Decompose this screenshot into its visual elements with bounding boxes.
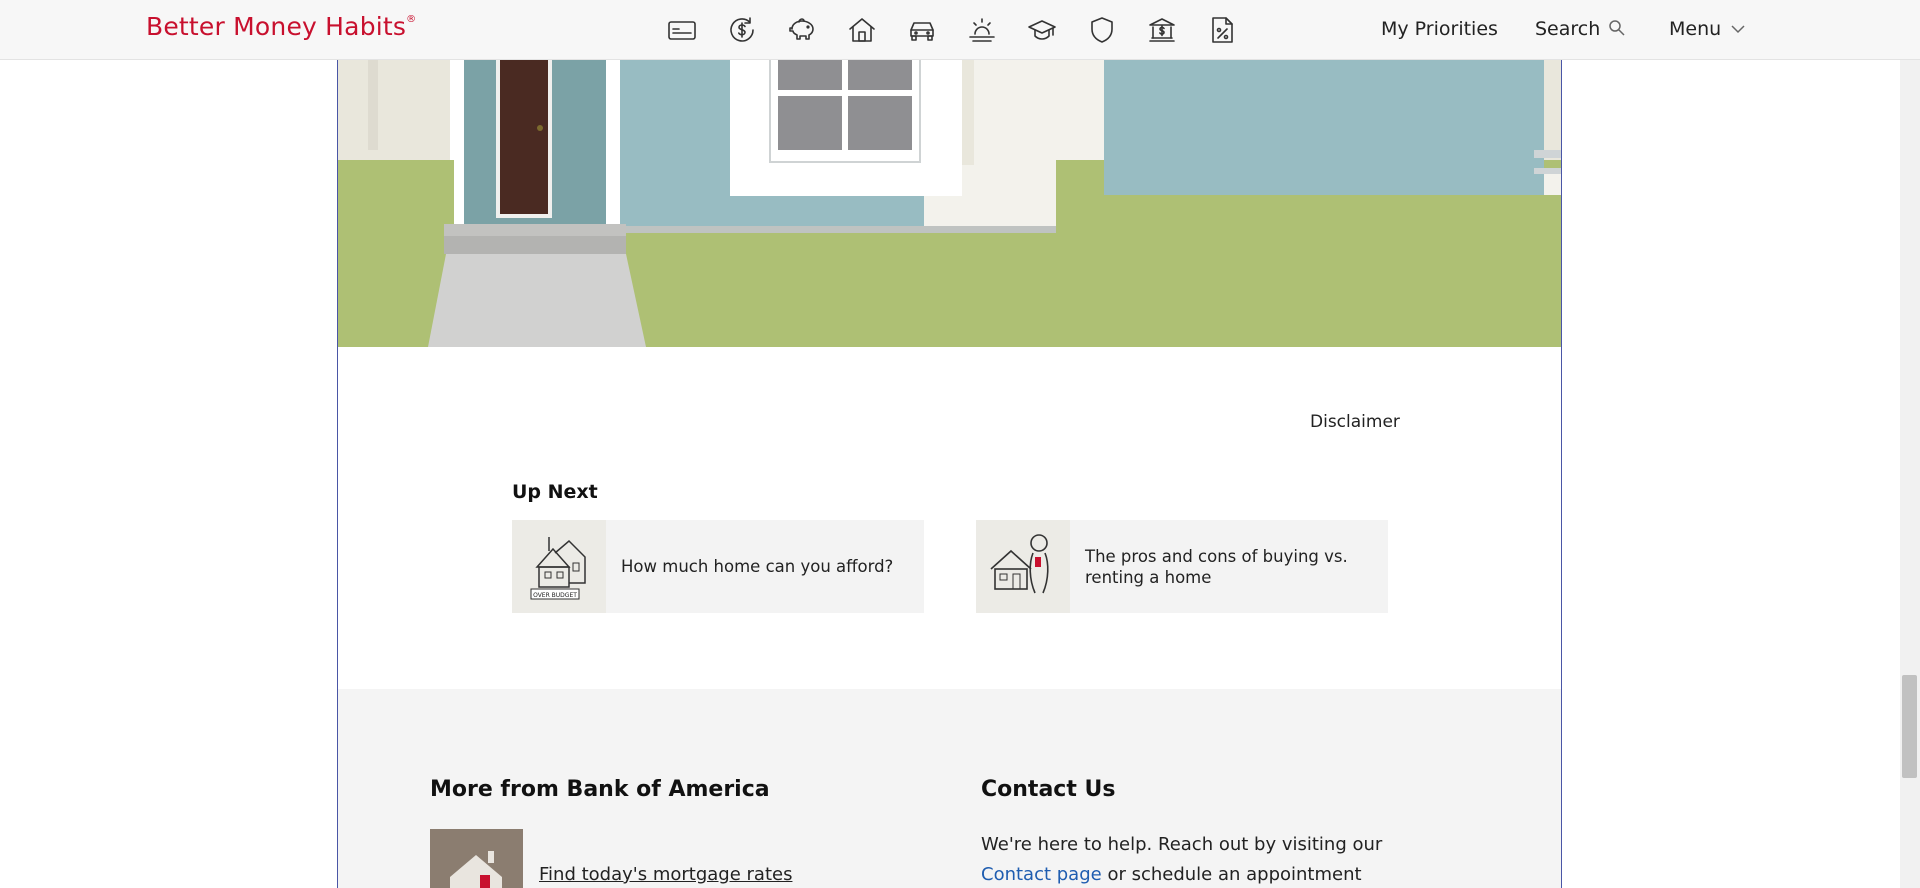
card-thumbnail xyxy=(976,520,1070,613)
top-navigation-bar: Better Money Habits® My Priorities Searc… xyxy=(0,0,1920,60)
house-over-budget-illustration: OVER BUDGET xyxy=(530,536,586,599)
contact-text-intro: We're here to help. Reach out by visitin… xyxy=(981,834,1383,855)
my-priorities-link[interactable]: My Priorities xyxy=(1381,18,1498,40)
more-from-bofa-heading: More from Bank of America xyxy=(430,777,770,802)
brand-logo[interactable]: Better Money Habits® xyxy=(146,12,416,41)
search-icon xyxy=(1609,20,1625,36)
car-icon[interactable] xyxy=(892,12,952,48)
search-label: Search xyxy=(1535,18,1601,40)
mortgage-rates-thumbnail[interactable] xyxy=(430,829,523,888)
menu-button[interactable]: Menu xyxy=(1669,18,1749,40)
credit-card-icon[interactable] xyxy=(652,12,712,48)
up-next-card-affordability[interactable]: OVER BUDGET How much home can you afford… xyxy=(512,520,924,613)
house-icon xyxy=(450,851,502,888)
tax-document-icon[interactable] xyxy=(1192,12,1252,48)
piggy-bank-icon[interactable] xyxy=(772,12,832,48)
scrollbar-thumb[interactable] xyxy=(1902,675,1917,778)
contact-us-heading: Contact Us xyxy=(981,777,1116,802)
up-next-heading: Up Next xyxy=(512,481,598,503)
shield-icon[interactable] xyxy=(1072,12,1132,48)
my-priorities-label: My Priorities xyxy=(1381,18,1498,40)
menu-label: Menu xyxy=(1669,18,1722,40)
up-next-card-buy-vs-rent[interactable]: The pros and cons of buying vs. renting … xyxy=(976,520,1388,613)
article-frame: Disclaimer Up Next OVER BUDGET How much … xyxy=(337,0,1562,888)
sunset-icon[interactable] xyxy=(952,12,1012,48)
bank-icon[interactable] xyxy=(1132,12,1192,48)
disclaimer-link[interactable]: Disclaimer xyxy=(1310,412,1400,432)
person-carrying-house-illustration xyxy=(990,533,1049,593)
contact-page-link[interactable]: Contact page xyxy=(981,864,1102,885)
more-info-section: More from Bank of America Find today's m… xyxy=(338,689,1561,888)
brand-name: Better Money Habits xyxy=(146,12,407,41)
search-button[interactable]: Search xyxy=(1535,18,1628,40)
mortgage-rates-link[interactable]: Find today's mortgage rates xyxy=(539,864,792,885)
card-title: The pros and cons of buying vs. renting … xyxy=(1085,546,1348,587)
graduation-cap-icon[interactable] xyxy=(1012,12,1072,48)
chevron-down-icon xyxy=(1731,25,1745,34)
card-thumbnail: OVER BUDGET xyxy=(512,520,606,613)
brand-registered-mark: ® xyxy=(406,13,417,25)
vertical-scrollbar[interactable] xyxy=(1900,60,1920,888)
contact-us-text: We're here to help. Reach out by visitin… xyxy=(981,830,1401,888)
house-icon[interactable] xyxy=(832,12,892,48)
topic-icon-nav xyxy=(652,12,1252,48)
over-budget-sign-text: OVER BUDGET xyxy=(533,592,577,599)
card-title: How much home can you afford? xyxy=(621,557,894,576)
dollar-transfer-icon[interactable] xyxy=(712,12,772,48)
